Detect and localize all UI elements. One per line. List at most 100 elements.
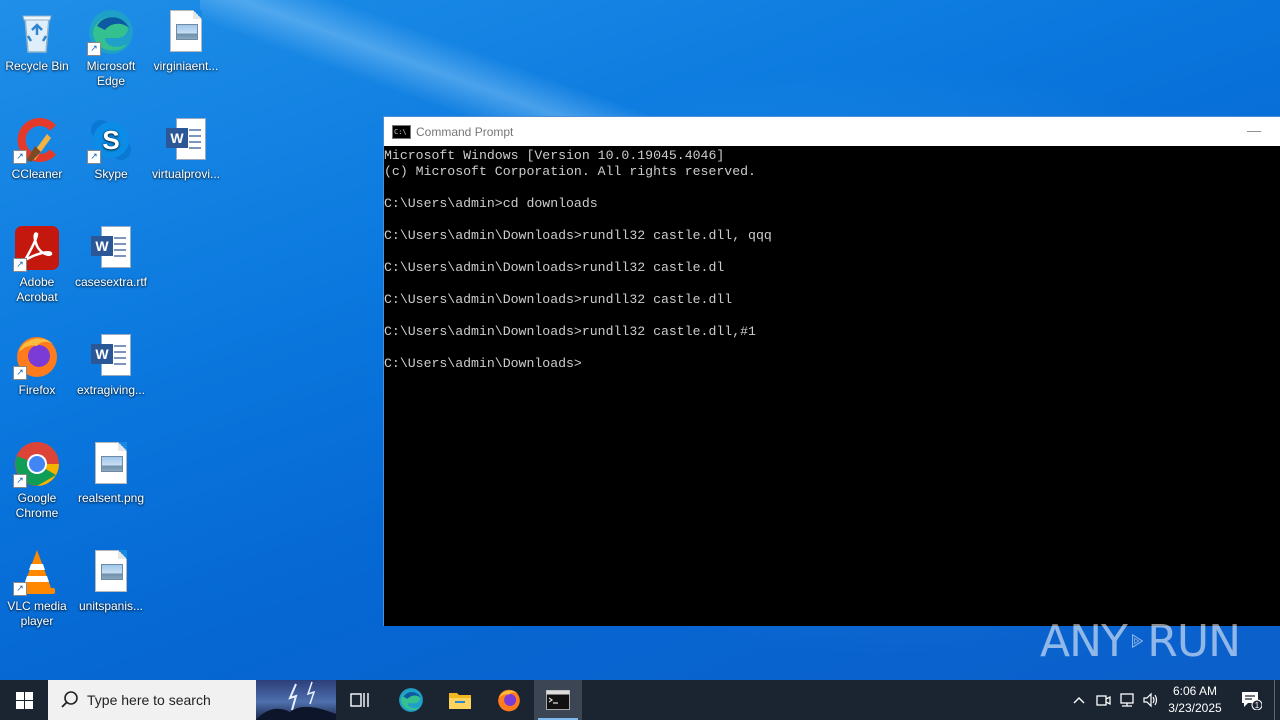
shortcut-arrow-icon: ↗ — [13, 150, 27, 164]
desktop-icon-firefox[interactable]: ↗ Firefox — [0, 332, 74, 398]
desktop-icon-virginiaent[interactable]: virginiaent... — [149, 8, 223, 74]
shortcut-arrow-icon: ↗ — [13, 474, 27, 488]
desktop-icon-unitspanis[interactable]: unitspanis... — [74, 548, 148, 614]
search-placeholder: Type here to search — [87, 692, 211, 708]
console-line: C:\Users\admin\Downloads>rundll32 castle… — [384, 292, 733, 307]
action-center-button[interactable]: 1 — [1236, 680, 1266, 720]
desktop-icon-label: Skype — [94, 167, 128, 181]
cmd-icon — [546, 690, 570, 710]
windows-logo-icon — [15, 691, 33, 709]
desktop-icon-label: virginiaent... — [153, 59, 219, 73]
acrobat-icon: ↗ — [13, 224, 61, 272]
file-explorer-icon — [449, 693, 471, 709]
start-button[interactable] — [0, 680, 48, 720]
desktop-icon-acrobat[interactable]: ↗ Adobe Acrobat — [0, 224, 74, 305]
meet-now-icon — [1096, 695, 1111, 706]
console-line: C:\Users\admin>cd downloads — [384, 196, 598, 211]
network-icon — [1120, 693, 1134, 707]
desktop-icon-label: Google Chrome — [15, 491, 59, 520]
window-title: Command Prompt — [416, 124, 514, 139]
window-titlebar[interactable]: C:\ Command Prompt — — [384, 117, 1280, 146]
desktop-icon-extragiving[interactable]: W extragiving... — [74, 332, 148, 398]
chevron-up-icon — [1073, 697, 1085, 704]
console-output[interactable]: Microsoft Windows [Version 10.0.19045.40… — [384, 146, 1280, 372]
console-line: C:\Users\admin\Downloads>rundll32 castle… — [384, 260, 725, 275]
desktop-icon-ccleaner[interactable]: ↗ CCleaner — [0, 116, 74, 182]
volume-icon — [1143, 692, 1158, 708]
desktop-icon-edge[interactable]: ↗ Microsoft Edge — [74, 8, 148, 89]
minimize-button[interactable]: — — [1247, 123, 1261, 139]
taskbar-command-prompt[interactable] — [534, 680, 582, 720]
cmd-icon: C:\ — [392, 124, 411, 139]
show-desktop-button[interactable] — [1274, 680, 1280, 720]
watermark-text-left: ANY — [1040, 615, 1128, 667]
play-logo-icon — [1131, 633, 1144, 649]
desktop-icon-virtualprovi[interactable]: W virtualprovi... — [149, 116, 223, 182]
console-line: C:\Users\admin\Downloads>rundll32 castle… — [384, 324, 756, 339]
console-line: Microsoft Windows [Version 10.0.19045.40… — [384, 148, 725, 163]
desktop-icon-label: CCleaner — [11, 167, 63, 181]
task-view-button[interactable] — [336, 680, 384, 720]
tray-network-button[interactable] — [1116, 680, 1138, 720]
svg-text:S: S — [102, 125, 119, 155]
console-line: C:\Users\admin\Downloads>rundll32 castle… — [384, 228, 772, 243]
desktop-icon-label: Firefox — [18, 383, 56, 397]
tray-volume-button[interactable] — [1140, 680, 1162, 720]
shortcut-arrow-icon: ↗ — [13, 366, 27, 380]
watermark-text-right: RUN — [1147, 615, 1241, 667]
taskbar-firefox[interactable] — [485, 680, 533, 720]
clock-date: 3/23/2025 — [1168, 701, 1222, 715]
firefox-icon: ↗ — [13, 332, 61, 380]
desktop-icon-label: casesextra.rtf — [74, 275, 148, 289]
image-file-icon — [162, 8, 210, 56]
search-icon — [60, 690, 80, 710]
desktop-icon-label: virtualprovi... — [151, 167, 221, 181]
image-file-icon — [87, 548, 135, 596]
taskbar: Type here to search 6:06 AM 3/23/2025 1 — [0, 680, 1280, 720]
desktop-icon-recycle-bin[interactable]: Recycle Bin — [0, 8, 74, 74]
word-doc-icon: W — [87, 224, 135, 272]
desktop-icon-chrome[interactable]: ↗ Google Chrome — [0, 440, 74, 521]
console-line: C:\Users\admin\Downloads> — [384, 356, 582, 371]
notification-count: 1 — [1255, 701, 1260, 710]
tray-meet-button[interactable] — [1092, 680, 1114, 720]
desktop-icon-skype[interactable]: S ↗ Skype — [74, 116, 148, 182]
taskbar-clock[interactable]: 6:06 AM 3/23/2025 — [1160, 683, 1230, 717]
task-view-icon — [350, 693, 369, 707]
desktop-icon-label: Adobe Acrobat — [16, 275, 58, 304]
word-doc-icon: W — [87, 332, 135, 380]
show-hidden-icons-button[interactable] — [1068, 680, 1090, 720]
taskbar-search-box[interactable]: Type here to search — [48, 680, 336, 720]
shortcut-arrow-icon: ↗ — [87, 42, 101, 56]
desktop-icon-label: Recycle Bin — [5, 59, 69, 73]
edge-icon: ↗ — [87, 8, 135, 56]
desktop-icon-label: Microsoft Edge — [86, 59, 136, 88]
shortcut-arrow-icon: ↗ — [13, 258, 27, 272]
desktop-icon-vlc[interactable]: ↗ VLC media player — [0, 548, 74, 629]
recycle-bin-icon — [13, 8, 61, 56]
desktop-icon-casesextra[interactable]: W casesextra.rtf — [74, 224, 148, 290]
firefox-icon — [498, 689, 520, 712]
desktop-icon-label: unitspanis... — [78, 599, 144, 613]
desktop-icon-label: extragiving... — [76, 383, 146, 397]
taskbar-file-explorer[interactable] — [436, 680, 484, 720]
taskbar-edge[interactable] — [387, 680, 435, 720]
desktop-icon-realsent[interactable]: realsent.png — [74, 440, 148, 506]
command-prompt-window[interactable]: C:\ Command Prompt — Microsoft Windows [… — [383, 116, 1280, 626]
edge-icon — [399, 688, 423, 712]
word-doc-icon: W — [162, 116, 210, 164]
search-highlight-image — [256, 680, 336, 720]
notification-icon: 1 — [1242, 692, 1262, 710]
shortcut-arrow-icon: ↗ — [87, 150, 101, 164]
image-file-icon — [87, 440, 135, 488]
chrome-icon: ↗ — [13, 440, 61, 488]
anyrun-watermark: ANY RUN — [1040, 610, 1241, 672]
skype-icon: S ↗ — [87, 116, 135, 164]
console-line: (c) Microsoft Corporation. All rights re… — [384, 164, 756, 179]
desktop-icon-label: realsent.png — [77, 491, 145, 505]
